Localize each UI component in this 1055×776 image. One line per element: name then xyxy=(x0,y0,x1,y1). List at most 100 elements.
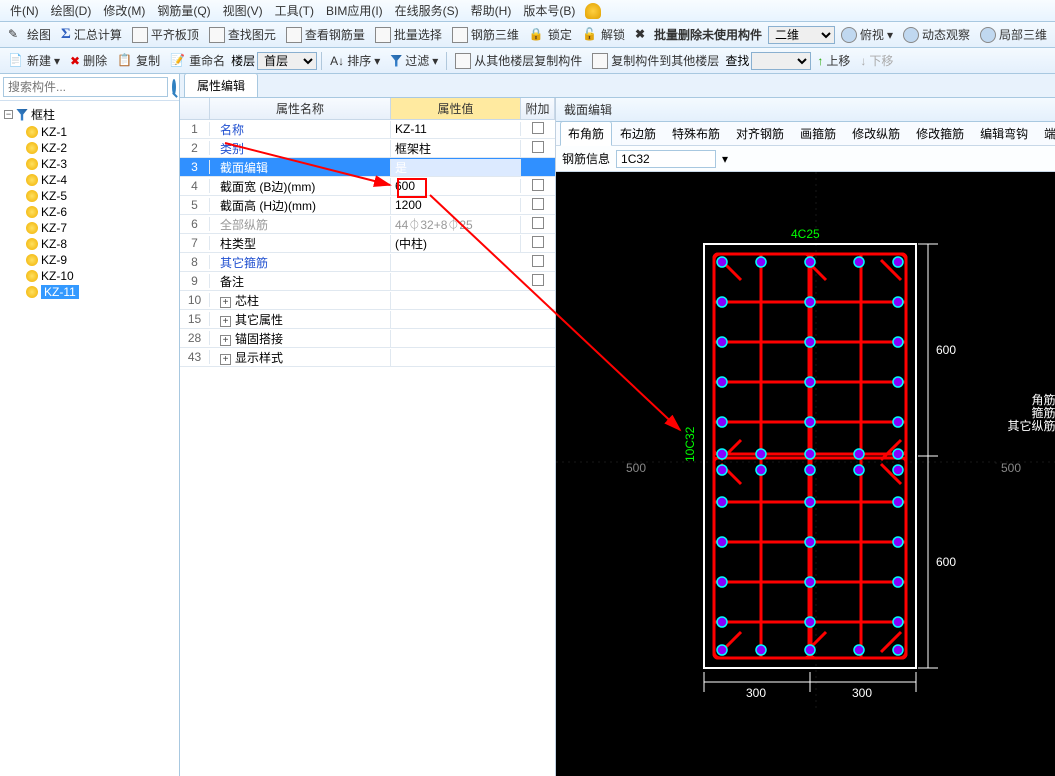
view-mode-select[interactable]: 二维 xyxy=(768,26,835,44)
check-rebar-button[interactable]: 查看钢筋量 xyxy=(282,25,369,44)
copy-button[interactable]: 📋复制 xyxy=(113,51,164,70)
lock-button[interactable]: 🔒锁定 xyxy=(525,25,576,44)
move-down-button[interactable]: ↓下移 xyxy=(856,51,897,70)
move-up-button[interactable]: ↑上移 xyxy=(813,51,854,70)
menu-tools[interactable]: 工具(T) xyxy=(269,0,320,21)
attach-checkbox[interactable] xyxy=(532,179,544,191)
menu-rebar[interactable]: 钢筋量(Q) xyxy=(151,0,216,21)
tab-property-edit[interactable]: 属性编辑 xyxy=(184,73,258,97)
tree-item-kz-4[interactable]: KZ-4 xyxy=(2,172,177,188)
lock-icon: 🔒 xyxy=(529,27,545,43)
tab-mod-stirrup[interactable]: 修改箍筋 xyxy=(908,121,972,146)
flat-top-button[interactable]: 平齐板顶 xyxy=(128,25,203,44)
tree-root[interactable]: − 框柱 xyxy=(2,105,177,124)
tab-align-bar[interactable]: 对齐钢筋 xyxy=(728,121,792,146)
find-select[interactable] xyxy=(751,52,811,70)
expand-icon[interactable]: + xyxy=(220,335,231,346)
expand-icon[interactable]: + xyxy=(220,354,231,365)
delete-button[interactable]: ✖删除 xyxy=(66,51,111,70)
menu-file[interactable]: 件(N) xyxy=(4,0,45,21)
menu-draw[interactable]: 绘图(D) xyxy=(45,0,98,21)
attach-checkbox[interactable] xyxy=(532,274,544,286)
prop-row-4[interactable]: 4截面宽 (B边)(mm)600 xyxy=(180,177,555,196)
copy-from-button[interactable]: 从其他楼层复制构件 xyxy=(451,51,586,70)
tree-item-kz-2[interactable]: KZ-2 xyxy=(2,140,177,156)
collapse-icon[interactable]: − xyxy=(4,110,13,119)
tree-item-kz-9[interactable]: KZ-9 xyxy=(2,252,177,268)
prop-row-28[interactable]: 28+锚固搭接 xyxy=(180,329,555,348)
tree-item-kz-8[interactable]: KZ-8 xyxy=(2,236,177,252)
tab-edit-hook[interactable]: 编辑弯钩 xyxy=(972,121,1036,146)
sort-button[interactable]: A↓排序 ▾ xyxy=(326,51,384,70)
expand-icon[interactable]: + xyxy=(220,316,231,327)
attach-checkbox[interactable] xyxy=(532,122,544,134)
tree-item-kz-10[interactable]: KZ-10 xyxy=(2,268,177,284)
prop-row-3[interactable]: 3截面编辑是 xyxy=(180,158,555,177)
prop-row-6[interactable]: 6全部纵筋44⏀32+8⏀25 xyxy=(180,215,555,234)
search-icon[interactable] xyxy=(172,79,176,95)
attach-checkbox[interactable] xyxy=(532,141,544,153)
copy-to-button[interactable]: 复制构件到其他楼层 xyxy=(588,51,723,70)
prop-row-9[interactable]: 9备注 xyxy=(180,272,555,291)
rebar3d-button[interactable]: 钢筋三维 xyxy=(448,25,523,44)
tree-item-kz-11[interactable]: KZ-11 xyxy=(2,284,177,300)
attach-checkbox[interactable] xyxy=(532,217,544,229)
attach-checkbox[interactable] xyxy=(532,236,544,248)
menu-version[interactable]: 版本号(B) xyxy=(517,0,581,21)
flat-icon xyxy=(132,27,148,43)
attach-checkbox[interactable] xyxy=(532,198,544,210)
unlock-button[interactable]: 🔓解锁 xyxy=(578,25,629,44)
dropdown-icon[interactable]: ▾ xyxy=(722,152,728,166)
tab-edge-bar[interactable]: 布边筋 xyxy=(612,121,664,146)
section-canvas[interactable]: 500 500 xyxy=(556,172,1055,776)
menu-bar: 件(N) 绘图(D) 修改(M) 钢筋量(Q) 视图(V) 工具(T) BIM应… xyxy=(0,0,1055,22)
tree-item-kz-3[interactable]: KZ-3 xyxy=(2,156,177,172)
dyn-view-button[interactable]: 动态观察 xyxy=(899,25,974,44)
draw-button[interactable]: ✎绘图 xyxy=(4,25,55,44)
prop-row-8[interactable]: 8其它箍筋 xyxy=(180,253,555,272)
sigma-icon: Σ xyxy=(61,26,71,43)
sum-button[interactable]: Σ汇总计算 xyxy=(57,25,126,44)
menu-help[interactable]: 帮助(H) xyxy=(465,0,518,21)
tree-item-kz-6[interactable]: KZ-6 xyxy=(2,204,177,220)
menu-bim[interactable]: BIM应用(I) xyxy=(320,0,389,21)
tab-special-bar[interactable]: 特殊布筋 xyxy=(664,121,728,146)
prop-row-15[interactable]: 15+其它属性 xyxy=(180,310,555,329)
tab-mod-long[interactable]: 修改纵筋 xyxy=(844,121,908,146)
x-icon: ✖ xyxy=(70,54,80,68)
prop-row-1[interactable]: 1名称KZ-11 xyxy=(180,120,555,139)
tab-corner-bar[interactable]: 布角筋 xyxy=(560,121,612,146)
floor-select[interactable]: 首层 xyxy=(257,52,317,70)
prop-row-10[interactable]: 10+芯柱 xyxy=(180,291,555,310)
batch-sel-button[interactable]: 批量选择 xyxy=(371,25,446,44)
section-title: 截面编辑 xyxy=(556,98,1055,122)
menu-online[interactable]: 在线服务(S) xyxy=(389,0,465,21)
new-button[interactable]: 📄新建 ▾ xyxy=(4,51,64,70)
column-icon xyxy=(26,158,38,170)
prop-row-7[interactable]: 7柱类型(中柱) xyxy=(180,234,555,253)
menu-modify[interactable]: 修改(M) xyxy=(97,0,151,21)
rename-button[interactable]: 📝重命名 xyxy=(166,51,229,70)
tab-draw-stirrup[interactable]: 画箍筋 xyxy=(792,121,844,146)
tree-item-kz-7[interactable]: KZ-7 xyxy=(2,220,177,236)
local3d-button[interactable]: 局部三维 xyxy=(976,25,1051,44)
floor-label: 楼层 xyxy=(231,52,255,69)
prop-row-2[interactable]: 2类别框架柱 xyxy=(180,139,555,158)
attach-checkbox[interactable] xyxy=(532,255,544,267)
tab-end-info[interactable]: 端头信 xyxy=(1036,121,1055,146)
find-elem-button[interactable]: 查找图元 xyxy=(205,25,280,44)
filter-button[interactable]: 过滤 ▾ xyxy=(386,51,442,70)
tree-item-kz-1[interactable]: KZ-1 xyxy=(2,124,177,140)
column-icon xyxy=(26,286,38,298)
expand-icon[interactable]: + xyxy=(220,297,231,308)
tree-item-kz-5[interactable]: KZ-5 xyxy=(2,188,177,204)
prop-row-43[interactable]: 43+显示样式 xyxy=(180,348,555,367)
top-view-button[interactable]: 俯视 ▾ xyxy=(837,25,897,44)
batch-del-button[interactable]: ✖批量删除未使用构件 xyxy=(631,25,766,44)
col-value: 属性值 xyxy=(391,98,521,119)
menu-view[interactable]: 视图(V) xyxy=(217,0,269,21)
rebar-info-input[interactable] xyxy=(616,150,716,168)
prop-row-5[interactable]: 5截面高 (H边)(mm)1200 xyxy=(180,196,555,215)
col-attach: 附加 xyxy=(521,98,555,119)
search-input[interactable] xyxy=(3,77,168,97)
